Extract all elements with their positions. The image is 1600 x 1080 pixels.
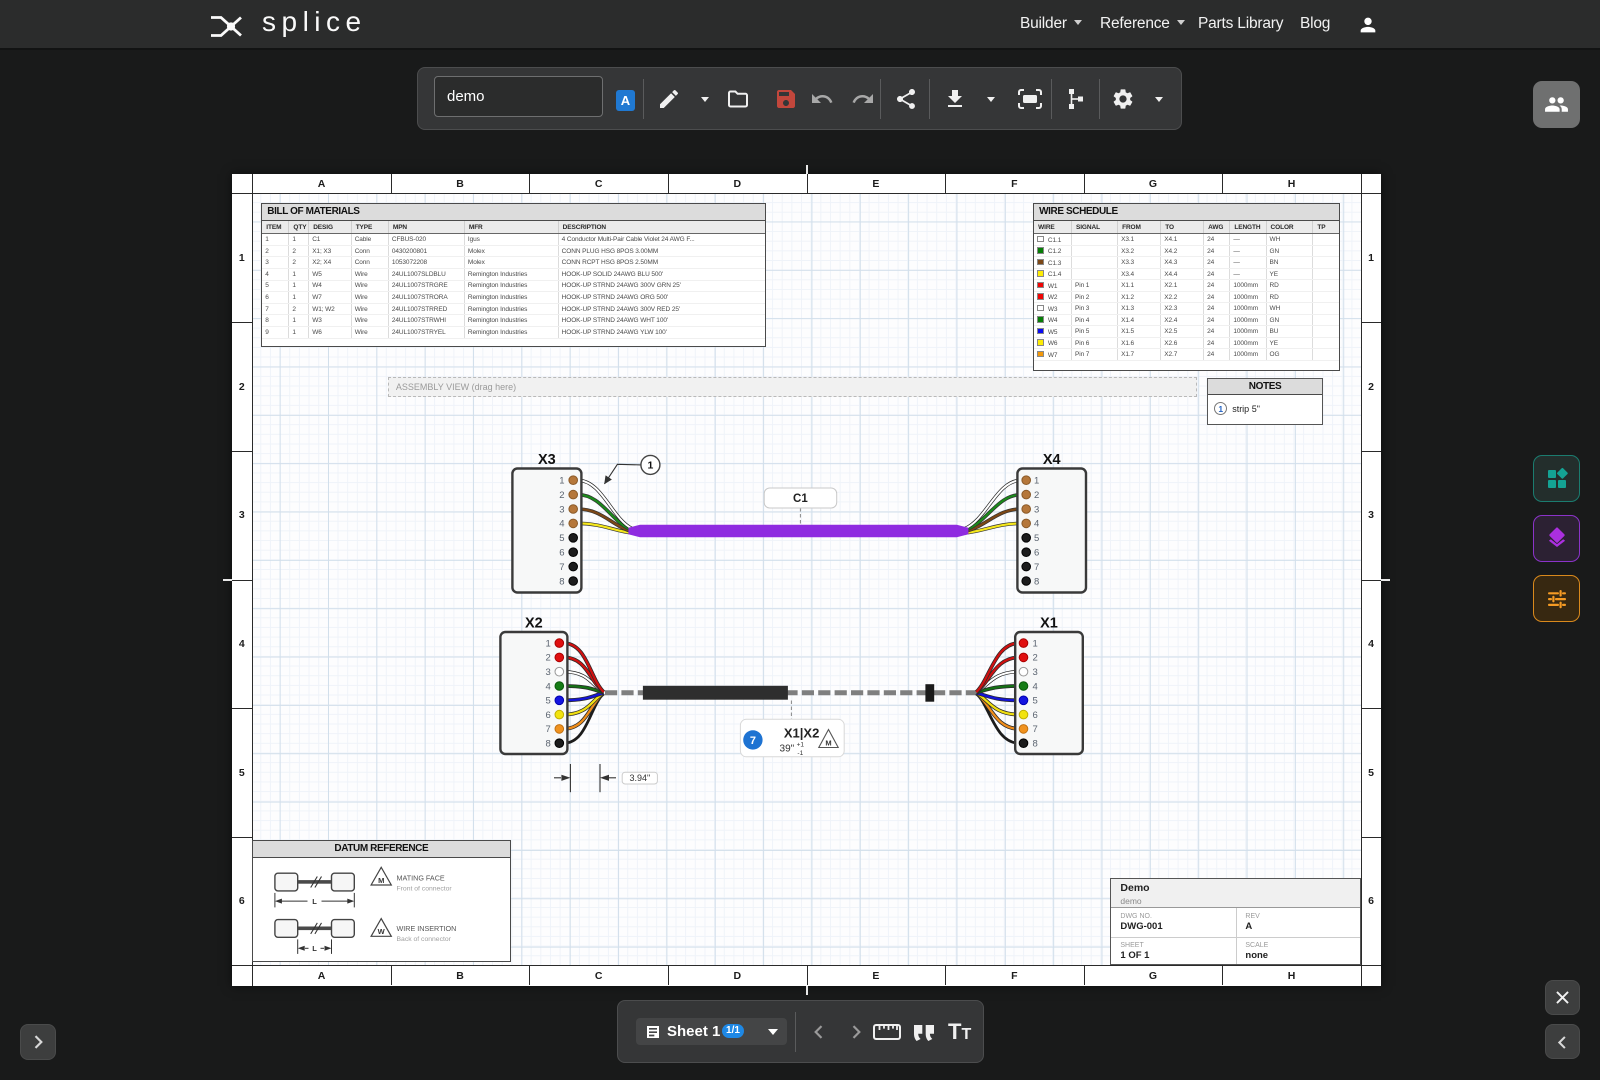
- svg-text:2: 2: [559, 489, 564, 500]
- svg-text:5: 5: [1032, 695, 1037, 706]
- svg-text:4: 4: [559, 518, 564, 529]
- svg-text:8: 8: [545, 738, 550, 749]
- svg-text:-1: -1: [797, 750, 803, 757]
- svg-text:1: 1: [559, 475, 564, 486]
- svg-text:1: 1: [545, 638, 550, 649]
- svg-text:2: 2: [1032, 652, 1037, 663]
- svg-text:2: 2: [545, 652, 550, 663]
- svg-text:1: 1: [647, 459, 653, 471]
- svg-text:3: 3: [1034, 504, 1039, 515]
- svg-text:3.94": 3.94": [629, 773, 650, 783]
- svg-text:7: 7: [559, 561, 564, 572]
- svg-text:X2: X2: [525, 615, 543, 631]
- svg-text:6: 6: [1032, 709, 1037, 720]
- svg-text:7: 7: [749, 734, 755, 746]
- svg-text:3: 3: [1032, 667, 1037, 678]
- svg-text:8: 8: [1034, 576, 1039, 587]
- svg-text:X1|X2: X1|X2: [783, 725, 818, 740]
- svg-text:5: 5: [1034, 533, 1039, 544]
- svg-text:7: 7: [1034, 561, 1039, 572]
- svg-text:7: 7: [1032, 724, 1037, 735]
- svg-text:8: 8: [1032, 738, 1037, 749]
- svg-text:5: 5: [545, 695, 550, 706]
- svg-text:7: 7: [545, 724, 550, 735]
- svg-text:6: 6: [545, 709, 550, 720]
- svg-text:6: 6: [559, 547, 564, 558]
- svg-text:39": 39": [779, 743, 794, 754]
- svg-text:4: 4: [1032, 681, 1037, 692]
- svg-text:8: 8: [559, 576, 564, 587]
- svg-text:1: 1: [1034, 475, 1039, 486]
- svg-text:3: 3: [559, 504, 564, 515]
- svg-text:1: 1: [1032, 638, 1037, 649]
- svg-text:4: 4: [1034, 518, 1039, 529]
- svg-text:C1: C1: [793, 493, 808, 505]
- svg-text:X4: X4: [1042, 452, 1060, 468]
- svg-text:M: M: [825, 738, 831, 747]
- svg-text:+1: +1: [796, 741, 804, 748]
- svg-text:3: 3: [545, 667, 550, 678]
- svg-text:6: 6: [1034, 547, 1039, 558]
- svg-text:2: 2: [1034, 489, 1039, 500]
- svg-text:X3: X3: [538, 452, 556, 468]
- svg-text:X1: X1: [1040, 615, 1058, 631]
- svg-text:5: 5: [559, 533, 564, 544]
- svg-text:4: 4: [545, 681, 550, 692]
